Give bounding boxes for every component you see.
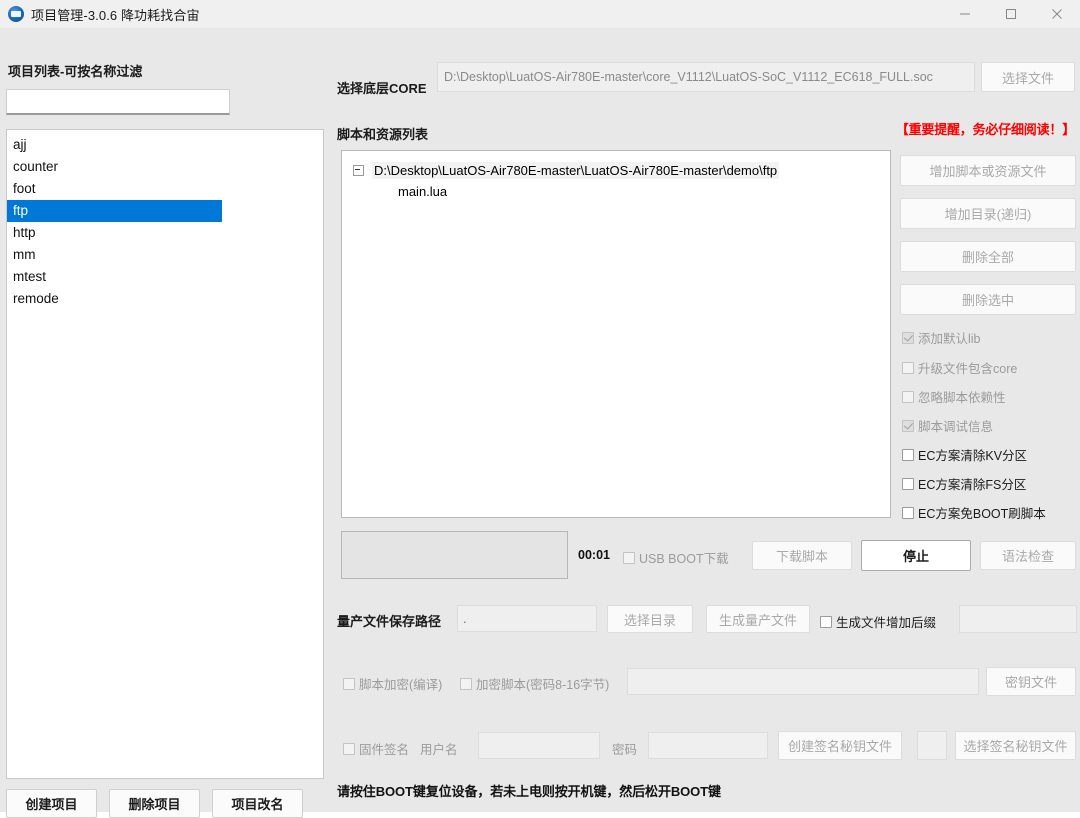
ignore-script-dependency-checkbox[interactable]: 忽略脚本依赖性 [902, 387, 1006, 406]
checkbox-box-icon [902, 448, 914, 461]
encrypt-script-password-checkbox[interactable]: 加密脚本(密码8-16字节) [460, 674, 609, 693]
project-list-header: 项目列表-可按名称过滤 [8, 64, 143, 79]
encryption-password-input[interactable] [627, 668, 979, 695]
checkbox-label: 脚本加密(编译) [359, 678, 443, 692]
checkbox-box-icon [902, 419, 914, 432]
checkbox-box-icon [902, 331, 914, 344]
ec-no-boot-flash-script-checkbox[interactable]: EC方案免BOOT刷脚本 [902, 503, 1046, 522]
list-item[interactable]: counter [7, 156, 323, 178]
delete-project-button[interactable]: 删除项目 [109, 789, 200, 818]
checkbox-label: 加密脚本(密码8-16字节) [476, 678, 610, 692]
checkbox-label: 生成文件增加后缀 [836, 616, 937, 630]
upgrade-file-include-core-checkbox[interactable]: 升级文件包含core [902, 358, 1017, 377]
usb-boot-download-checkbox[interactable]: USB BOOT下载 [623, 548, 729, 567]
collapse-expand-icon[interactable] [353, 164, 364, 176]
add-directory-recursive-button[interactable]: 增加目录(递归) [900, 198, 1076, 229]
project-action-buttons: 创建项目 删除项目 项目改名 [6, 789, 303, 818]
create-signature-key-button[interactable]: 创建签名秘钥文件 [778, 731, 902, 760]
list-item[interactable]: mtest [7, 266, 323, 288]
project-list[interactable]: ajj counter foot ftp http mm mtest remod… [6, 129, 324, 779]
delete-selected-button[interactable]: 删除选中 [900, 284, 1076, 315]
password-label: 密码 [612, 743, 638, 757]
app-logo-icon [8, 6, 24, 22]
rename-project-button[interactable]: 项目改名 [212, 789, 303, 818]
checkbox-box-icon [820, 615, 832, 628]
download-timer: 00:01 [578, 548, 610, 562]
delete-all-button[interactable]: 删除全部 [900, 241, 1076, 272]
tree-root-label: D:\Desktop\LuatOS-Air780E-master\LuatOS-… [372, 161, 780, 179]
window-controls [942, 0, 1080, 28]
username-input[interactable] [478, 732, 600, 759]
window-title: 项目管理-3.0.6 降功耗找合宙 [31, 7, 200, 23]
main-area: 项目列表-可按名称过滤 ajj counter foot ftp http mm… [0, 29, 1080, 818]
script-debug-info-checkbox[interactable]: 脚本调试信息 [902, 416, 993, 435]
checkbox-label: 脚本调试信息 [918, 420, 994, 434]
ec-clear-kv-partition-checkbox[interactable]: EC方案清除KV分区 [902, 445, 1027, 464]
checkbox-box-icon [902, 361, 914, 374]
checkbox-label: 添加默认lib [918, 332, 981, 346]
checkbox-box-icon [902, 506, 914, 519]
checkbox-label: EC方案清除FS分区 [918, 478, 1027, 492]
important-warning-text: 【重要提醒，务必仔细阅读！】 [895, 122, 1075, 137]
scripts-label: 脚本和资源列表 [337, 127, 429, 142]
script-resource-tree[interactable]: D:\Desktop\LuatOS-Air780E-master\LuatOS-… [341, 150, 891, 518]
select-signature-key-button[interactable]: 选择签名秘钥文件 [955, 731, 1076, 760]
choose-core-file-button[interactable]: 选择文件 [981, 62, 1075, 92]
stop-button[interactable]: 停止 [861, 540, 971, 571]
signature-key-indicator [917, 731, 947, 760]
firmware-signature-checkbox[interactable]: 固件签名 [343, 739, 409, 758]
checkbox-box-icon [343, 677, 355, 690]
checkbox-box-icon [902, 477, 914, 490]
project-filter-input[interactable] [6, 89, 230, 115]
checkbox-label: EC方案免BOOT刷脚本 [918, 507, 1046, 521]
checkbox-label: 升级文件包含core [918, 362, 1018, 376]
password-input[interactable] [648, 732, 768, 759]
checkbox-label: 固件签名 [359, 743, 410, 757]
choose-directory-button[interactable]: 选择目录 [607, 605, 693, 633]
add-default-lib-checkbox[interactable]: 添加默认lib [902, 328, 981, 347]
checkbox-box-icon [343, 742, 355, 755]
core-label: 选择底层CORE [337, 81, 427, 96]
list-item[interactable]: mm [7, 244, 323, 266]
tree-child-item[interactable]: main.lua [398, 184, 890, 199]
tree-root-row[interactable]: D:\Desktop\LuatOS-Air780E-master\LuatOS-… [342, 160, 890, 180]
add-script-or-resource-button[interactable]: 增加脚本或资源文件 [900, 155, 1076, 186]
download-script-button[interactable]: 下载脚本 [752, 541, 852, 570]
checkbox-label: USB BOOT下载 [639, 552, 729, 566]
download-log-box [341, 531, 568, 579]
generate-mass-production-button[interactable]: 生成量产文件 [706, 605, 810, 633]
checkbox-box-icon [902, 390, 914, 403]
status-message: 请按住BOOT键复位设备，若未上电则按开机键，然后松开BOOT键 [337, 784, 721, 799]
script-compile-encrypt-checkbox[interactable]: 脚本加密(编译) [343, 674, 442, 693]
key-file-button[interactable]: 密钥文件 [986, 667, 1076, 696]
mass-production-path-input[interactable] [457, 605, 597, 632]
close-icon[interactable] [1034, 0, 1080, 28]
mass-production-path-label: 量产文件保存路径 [337, 614, 442, 629]
create-project-button[interactable]: 创建项目 [6, 789, 97, 818]
syntax-check-button[interactable]: 语法检查 [980, 541, 1076, 570]
minimize-icon[interactable] [942, 0, 988, 28]
suffix-input[interactable] [959, 605, 1077, 633]
checkbox-label: EC方案清除KV分区 [918, 449, 1028, 463]
list-item-selected[interactable]: ftp [7, 200, 222, 222]
checkbox-box-icon [460, 677, 472, 690]
add-suffix-checkbox[interactable]: 生成文件增加后缀 [820, 612, 936, 631]
username-label: 用户名 [420, 743, 458, 757]
list-item[interactable]: foot [7, 178, 323, 200]
checkbox-box-icon [623, 551, 635, 564]
maximize-icon[interactable] [988, 0, 1034, 28]
checkbox-label: 忽略脚本依赖性 [918, 391, 1006, 405]
list-item[interactable]: ajj [7, 134, 323, 156]
list-item[interactable]: http [7, 222, 323, 244]
list-item[interactable]: remode [7, 288, 323, 310]
core-path-input[interactable] [437, 62, 975, 92]
title-bar: 项目管理-3.0.6 降功耗找合宙 [0, 0, 1080, 29]
ec-clear-fs-partition-checkbox[interactable]: EC方案清除FS分区 [902, 474, 1026, 493]
